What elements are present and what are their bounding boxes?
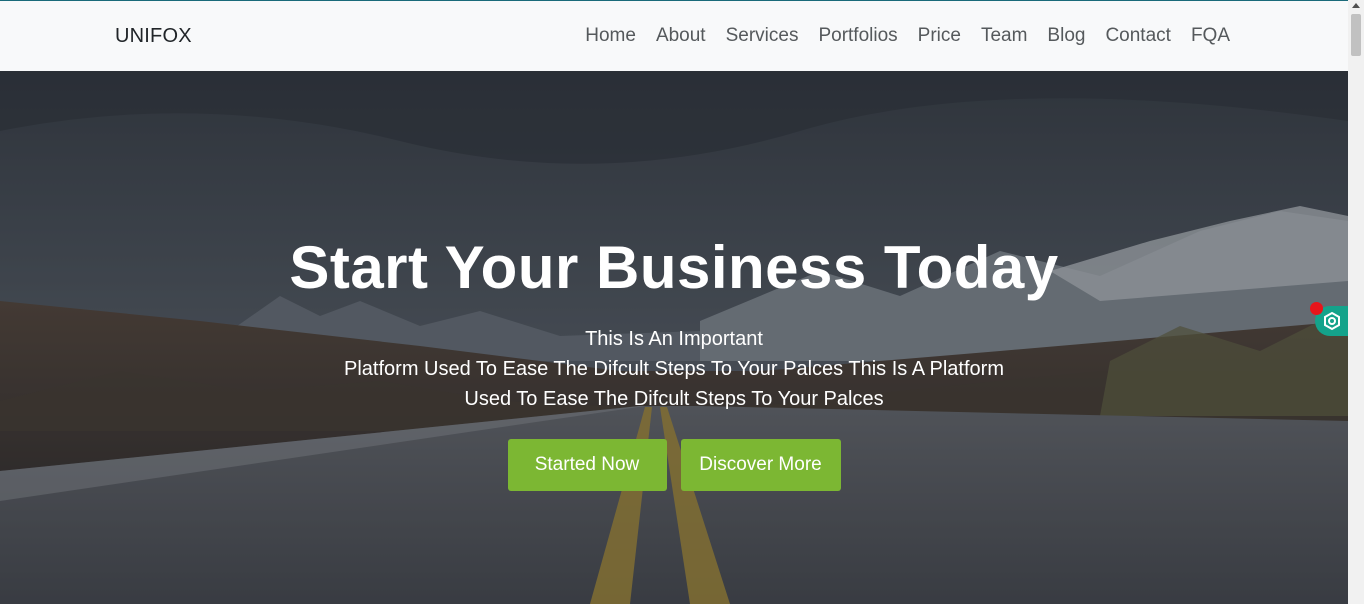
nav-link-about[interactable]: About bbox=[656, 25, 706, 47]
hero-subtitle: This Is An Important Platform Used To Ea… bbox=[0, 324, 1348, 414]
notification-dot bbox=[1310, 302, 1323, 315]
nav-link-portfolios[interactable]: Portfolios bbox=[818, 25, 897, 47]
hero-title: Start Your Business Today bbox=[289, 234, 1059, 301]
hero-subtitle-line: This Is An Important bbox=[585, 328, 763, 350]
nav-link-price[interactable]: Price bbox=[918, 25, 961, 47]
hero-section: Start Your Business Today This Is An Imp… bbox=[0, 71, 1348, 604]
discover-more-button[interactable]: Discover More bbox=[680, 439, 841, 491]
nav-link-fqa[interactable]: FQA bbox=[1191, 25, 1230, 47]
hero-subtitle-line: Used To Ease The Difcult Steps To Your P… bbox=[464, 388, 884, 410]
hero-subtitle-line: Platform Used To Ease The Difcult Steps … bbox=[344, 358, 1004, 380]
nav-link-blog[interactable]: Blog bbox=[1047, 25, 1085, 47]
nav-link-home[interactable]: Home bbox=[585, 25, 636, 47]
nav-menu: Home About Services Portfolios Price Tea… bbox=[565, 25, 1230, 47]
started-now-button[interactable]: Started Now bbox=[507, 439, 667, 491]
navbar: UNIFOX Home About Services Portfolios Pr… bbox=[0, 1, 1348, 71]
scroll-up-arrow-icon[interactable] bbox=[1352, 3, 1360, 8]
nav-link-team[interactable]: Team bbox=[981, 25, 1027, 47]
scrollbar-thumb[interactable] bbox=[1351, 14, 1361, 56]
nav-link-contact[interactable]: Contact bbox=[1105, 25, 1170, 47]
nav-link-services[interactable]: Services bbox=[726, 25, 799, 47]
brand-logo[interactable]: UNIFOX bbox=[115, 25, 192, 48]
hero-buttons: Started Now Discover More bbox=[0, 439, 1348, 491]
page-scrollbar[interactable] bbox=[1348, 0, 1364, 604]
